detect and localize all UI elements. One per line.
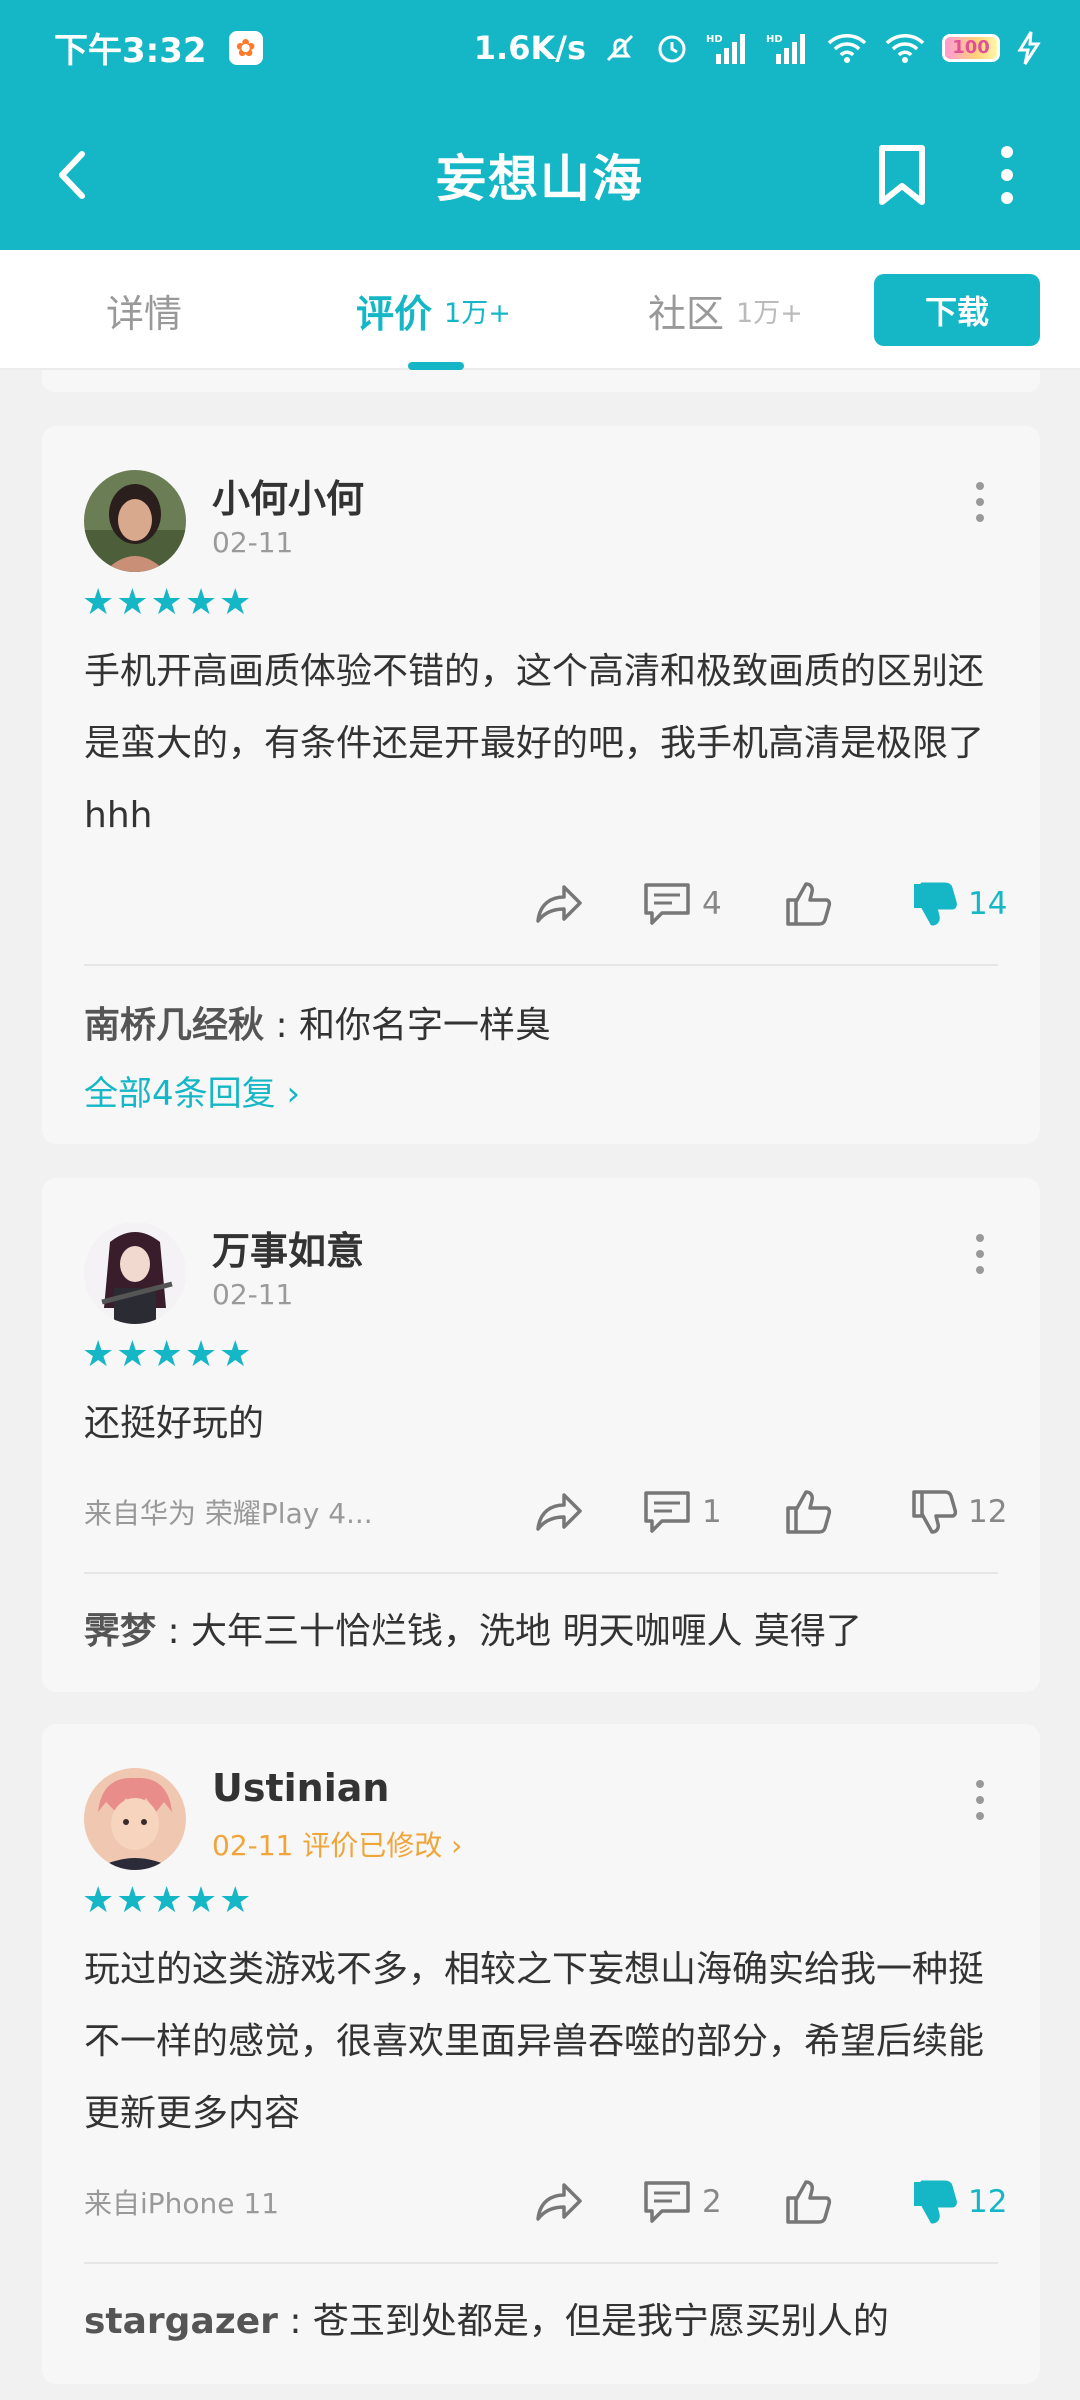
review-card: 万事如意 02-11 ★★★★★ 还挺好玩的 来自华为 荣耀Play 4... …: [42, 1178, 1040, 1692]
device-label: 来自华为 荣耀Play 4...: [84, 1497, 373, 1530]
tab-reviews[interactable]: 评价 1万+: [356, 250, 511, 370]
wifi-icon-1: [826, 30, 868, 66]
wifi-icon-2: [884, 30, 926, 66]
app-notification-icon: ✿: [228, 30, 263, 65]
reply-preview[interactable]: 南桥几经秋 : 和你名字一样臭: [84, 996, 551, 1048]
dislike-count: 12: [968, 1494, 1008, 1530]
battery-icon: 100: [942, 33, 1000, 62]
tab-details-label: 详情: [106, 291, 183, 336]
dislike-button[interactable]: 12: [910, 1482, 1007, 1542]
share-icon[interactable]: [532, 874, 584, 934]
tab-community[interactable]: 社区 1万+: [648, 250, 803, 370]
bookmark-icon[interactable]: [872, 140, 932, 210]
star-rating: ★★★★★: [82, 1880, 254, 1921]
comment-count: 2: [702, 2184, 722, 2220]
comment-button[interactable]: 1: [642, 1482, 722, 1542]
svg-text:HD: HD: [706, 34, 723, 45]
mute-icon: [602, 30, 638, 66]
avatar[interactable]: [84, 1768, 186, 1870]
reply-text: : 和你名字一样臭: [264, 1005, 552, 1046]
review-card: Ustinian 02-11 评价已修改 › ★★★★★ 玩过的这类游戏不多，相…: [42, 1724, 1040, 2384]
review-actions: 4 14: [42, 874, 1040, 934]
like-icon[interactable]: [784, 2172, 832, 2232]
dislike-count: 14: [968, 886, 1008, 922]
comment-count: 4: [702, 886, 722, 922]
review-date: 02-11: [212, 1278, 294, 1311]
tab-reviews-label: 评价: [356, 291, 433, 336]
signal-hd-icon-2: HD: [766, 30, 810, 66]
tab-community-label: 社区: [648, 291, 725, 336]
review-username[interactable]: 小何小何: [212, 468, 364, 523]
comment-button[interactable]: 4: [642, 874, 722, 934]
card-more-icon[interactable]: [970, 1232, 990, 1276]
reply-username[interactable]: 霁梦: [84, 1611, 156, 1652]
divider: [84, 1572, 998, 1574]
avatar[interactable]: [84, 1222, 186, 1324]
charging-icon: [1016, 30, 1042, 66]
tab-reviews-count: 1万+: [444, 297, 511, 329]
reply-text: : 大年三十恰烂钱，洗地 明天咖喱人 莫得了: [156, 1611, 862, 1652]
previous-review-card: [42, 370, 1040, 392]
dislike-button[interactable]: 14: [910, 874, 1007, 934]
card-more-icon[interactable]: [970, 1778, 990, 1822]
share-icon[interactable]: [532, 1482, 584, 1542]
device-label: 来自iPhone 11: [84, 2187, 280, 2220]
review-date: 02-11: [212, 526, 294, 559]
review-text[interactable]: 还挺好玩的: [84, 1388, 1004, 1460]
review-text[interactable]: 玩过的这类游戏不多，相较之下妄想山海确实给我一种挺不一样的感觉，很喜欢里面异兽吞…: [84, 1934, 1004, 2150]
comment-icon: [644, 1491, 690, 1533]
dislike-button[interactable]: 12: [910, 2172, 1007, 2232]
star-rating: ★★★★★: [82, 1334, 254, 1375]
review-text[interactable]: 手机开高画质体验不错的，这个高清和极致画质的区别还是蛮大的，有条件还是开最好的吧…: [84, 636, 1004, 852]
share-icon[interactable]: [532, 2172, 584, 2232]
like-icon[interactable]: [784, 874, 832, 934]
divider: [84, 964, 998, 966]
app-header: 下午3:32 ✿ 1.6K/s HD HD 100 妄想山海: [0, 0, 1080, 250]
dislike-icon: [914, 2180, 957, 2224]
nav-bar: 妄想山海: [0, 110, 1080, 240]
status-bar: 下午3:32 ✿ 1.6K/s HD HD 100: [0, 0, 1080, 95]
alarm-icon: [654, 30, 690, 66]
download-button[interactable]: 下载: [874, 274, 1040, 346]
review-actions: 来自华为 荣耀Play 4... 1 12: [42, 1482, 1040, 1542]
reply-username[interactable]: stargazer: [84, 2301, 278, 2342]
all-replies-link[interactable]: 全部4条回复 ›: [84, 1066, 300, 1115]
card-more-icon[interactable]: [970, 480, 990, 524]
review-actions: 来自iPhone 11 2 12: [42, 2172, 1040, 2232]
star-rating: ★★★★★: [82, 582, 254, 623]
dislike-count: 12: [968, 2184, 1008, 2220]
reply-preview[interactable]: stargazer : 苍玉到处都是，但是我宁愿买别人的: [84, 2292, 889, 2344]
divider: [84, 2262, 998, 2264]
comment-icon: [644, 2181, 690, 2223]
back-arrow-icon[interactable]: [44, 140, 104, 210]
svg-text:HD: HD: [766, 34, 783, 45]
page-title: 妄想山海: [436, 150, 644, 208]
tab-bar: 详情 评价 1万+ 社区 1万+ 下载: [0, 250, 1080, 370]
signal-hd-icon-1: HD: [706, 30, 750, 66]
comment-count: 1: [702, 1494, 722, 1530]
tab-details[interactable]: 详情: [106, 250, 182, 370]
active-tab-indicator: [408, 362, 464, 370]
tab-community-count: 1万+: [736, 297, 803, 329]
dislike-icon: [912, 1490, 958, 1534]
more-vertical-icon[interactable]: [985, 140, 1029, 210]
review-card: 小何小何 02-11 ★★★★★ 手机开高画质体验不错的，这个高清和极致画质的区…: [42, 426, 1040, 1144]
review-username[interactable]: Ustinian: [212, 1766, 389, 1810]
review-username[interactable]: 万事如意: [212, 1220, 364, 1275]
reply-username[interactable]: 南桥几经秋: [84, 1005, 264, 1046]
avatar[interactable]: [84, 470, 186, 572]
comment-icon: [644, 883, 690, 925]
network-speed: 1.6K/s: [473, 28, 586, 67]
comment-button[interactable]: 2: [642, 2172, 722, 2232]
like-icon[interactable]: [784, 1482, 832, 1542]
status-time: 下午3:32: [54, 31, 207, 71]
reply-text: : 苍玉到处都是，但是我宁愿买别人的: [277, 2301, 889, 2342]
reply-preview[interactable]: 霁梦 : 大年三十恰烂钱，洗地 明天咖喱人 莫得了: [84, 1602, 862, 1654]
review-date-edited[interactable]: 02-11 评价已修改 ›: [212, 1824, 462, 1864]
dislike-icon: [914, 882, 957, 926]
